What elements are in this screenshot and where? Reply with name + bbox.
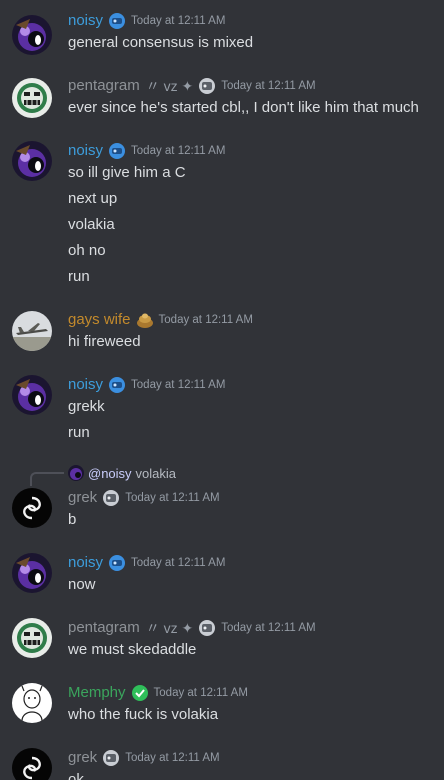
username[interactable]: noisy: [68, 141, 103, 161]
purple-avatar-icon: [12, 15, 52, 55]
username[interactable]: pentagram: [68, 618, 140, 638]
gold-emblem-icon: [135, 310, 155, 330]
swirl-avatar-icon: [12, 748, 52, 780]
timestamp[interactable]: Today at 12:11 AM: [131, 11, 225, 31]
grey-emblem-icon: [197, 618, 217, 638]
message-text: now: [68, 576, 96, 593]
swirl-avatar-icon: [12, 488, 52, 528]
reply-avatar: [68, 465, 84, 481]
green-face-avatar-icon: [12, 618, 52, 658]
timestamp[interactable]: Today at 12:11 AM: [131, 553, 225, 573]
avatar-noisy[interactable]: [12, 15, 52, 55]
timestamp[interactable]: Today at 12:11 AM: [159, 310, 253, 330]
message-text: ok: [68, 771, 84, 780]
blue-emblem-icon: [107, 553, 127, 573]
avatar-gays-wife[interactable]: [12, 311, 52, 351]
reply-preview[interactable]: @noisy volakia: [68, 464, 176, 482]
avatar-grek[interactable]: [12, 748, 52, 780]
message-text: we must skedaddle: [68, 641, 197, 658]
message-text: next up: [68, 190, 118, 207]
blue-emblem-icon: [107, 141, 127, 161]
avatar-pentagram[interactable]: [12, 618, 52, 658]
username[interactable]: noisy: [68, 553, 103, 573]
username[interactable]: gays wife: [68, 310, 131, 330]
green-emblem-icon: [130, 683, 150, 703]
reply-text: volakia: [135, 465, 177, 481]
purple-avatar-icon: [12, 375, 52, 415]
avatar-memphy[interactable]: [12, 683, 52, 723]
username[interactable]: noisy: [68, 375, 103, 395]
purple-avatar-icon: [12, 141, 52, 181]
timestamp[interactable]: Today at 12:11 AM: [221, 76, 315, 96]
message-text: volakia: [68, 216, 115, 233]
message-text: general consensus is mixed: [68, 34, 254, 51]
grey-emblem-icon: [101, 748, 121, 768]
airplane-avatar-icon: [12, 311, 52, 351]
timestamp[interactable]: Today at 12:11 AM: [131, 375, 225, 395]
user-tag: 〃 vz ✦: [145, 620, 194, 636]
purple-avatar-icon: [12, 553, 52, 593]
blue-emblem-icon: [107, 375, 127, 395]
message-text: grekk: [68, 398, 105, 415]
username[interactable]: noisy: [68, 11, 103, 31]
reply-spine: [30, 472, 64, 486]
message-text: run: [68, 268, 90, 285]
message-text: so ill give him a C: [68, 164, 186, 181]
username[interactable]: Memphy: [68, 683, 126, 703]
message-text: b: [68, 511, 77, 528]
timestamp[interactable]: Today at 12:11 AM: [125, 748, 219, 768]
timestamp[interactable]: Today at 12:11 AM: [125, 488, 219, 508]
avatar-noisy[interactable]: [12, 553, 52, 593]
username[interactable]: pentagram: [68, 76, 140, 96]
message-text: ever since he's started cbl,, I don't li…: [68, 99, 419, 116]
message-text: oh no: [68, 242, 106, 259]
timestamp[interactable]: Today at 12:11 AM: [131, 141, 225, 161]
username[interactable]: grek: [68, 748, 97, 768]
avatar-noisy[interactable]: [12, 375, 52, 415]
grey-emblem-icon: [197, 76, 217, 96]
grey-emblem-icon: [101, 488, 121, 508]
avatar-noisy[interactable]: [12, 141, 52, 181]
message-text: hi fireweed: [68, 333, 141, 350]
timestamp[interactable]: Today at 12:11 AM: [154, 683, 248, 703]
avatar-pentagram[interactable]: [12, 78, 52, 118]
user-tag: 〃 vz ✦: [145, 78, 194, 94]
timestamp[interactable]: Today at 12:11 AM: [221, 618, 315, 638]
username[interactable]: grek: [68, 488, 97, 508]
blue-emblem-icon: [107, 11, 127, 31]
green-face-avatar-icon: [12, 78, 52, 118]
message-text: who the fuck is volakia: [68, 706, 219, 723]
avatar-grek[interactable]: [12, 488, 52, 528]
message-text: run: [68, 424, 90, 441]
sketch-avatar-icon: [12, 683, 52, 723]
reply-mention[interactable]: @noisy: [88, 466, 132, 481]
